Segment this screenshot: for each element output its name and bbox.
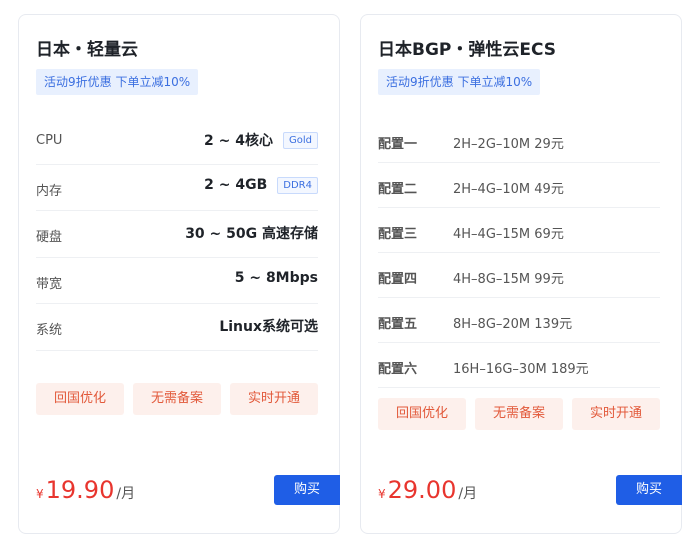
plan-title: 日本・轻量云: [36, 40, 138, 60]
spec-row-cpu: CPU 2 ~ 4核心 Gold: [36, 118, 318, 165]
spec-value: 5 ~ 8Mbps: [234, 269, 318, 286]
config-label: 配置三: [378, 227, 418, 242]
feature-badge: 实时开通: [572, 398, 660, 430]
spec-row-disk: 硬盘 30 ~ 50G 高速存储: [36, 211, 318, 258]
plan-title: 日本BGP・弹性云ECS: [378, 40, 557, 60]
spec-row-memory: 内存 2 ~ 4GB DDR4: [36, 165, 318, 211]
price-currency: ¥: [36, 487, 44, 501]
buy-button[interactable]: 购买: [616, 475, 682, 505]
feature-badge: 回国优化: [378, 398, 466, 430]
plan-card-japan-lightweight: 日本・轻量云 活动9折优惠 下单立减10% CPU 2 ~ 4核心 Gold 内…: [18, 14, 340, 534]
spec-label: CPU: [36, 133, 63, 148]
spec-list: CPU 2 ~ 4核心 Gold 内存 2 ~ 4GB DDR4 硬盘 30 ~…: [36, 118, 318, 351]
feature-badge: 回国优化: [36, 383, 124, 415]
buy-button[interactable]: 购买: [274, 475, 340, 505]
price-unit: /月: [116, 486, 136, 502]
price-unit: /月: [458, 486, 478, 502]
feature-badge: 无需备案: [133, 383, 221, 415]
spec-value: Linux系统可选: [219, 319, 318, 335]
feature-badge: 无需备案: [475, 398, 563, 430]
config-label: 配置四: [378, 272, 418, 287]
config-row: 配置六 16H–16G–30M 189元: [378, 343, 660, 388]
spec-tag: Gold: [283, 131, 318, 149]
price-currency: ¥: [378, 487, 386, 501]
promo-badge: 活动9折优惠 下单立减10%: [36, 69, 199, 95]
spec-row-bandwidth: 带宽 5 ~ 8Mbps: [36, 258, 318, 304]
config-row: 配置四 4H–8G–15M 99元: [378, 253, 660, 298]
spec-label: 内存: [36, 183, 63, 199]
config-row: 配置一 2H–2G–10M 29元: [378, 118, 660, 163]
price: ¥ 29.00 /月: [378, 476, 477, 504]
config-row: 配置二 2H–4G–10M 49元: [378, 163, 660, 208]
config-value: 4H–4G–15M 69元: [453, 227, 564, 242]
config-list: 配置一 2H–2G–10M 29元 配置二 2H–4G–10M 49元 配置三 …: [378, 118, 660, 388]
spec-tag: DDR4: [277, 176, 318, 194]
feature-badge: 实时开通: [230, 383, 318, 415]
spec-value: 2 ~ 4GB: [204, 177, 268, 193]
price-amount: 29.00: [387, 476, 457, 504]
config-row: 配置三 4H–4G–15M 69元: [378, 208, 660, 253]
config-label: 配置二: [378, 182, 418, 197]
config-value: 2H–4G–10M 49元: [453, 182, 564, 197]
price: ¥ 19.90 /月: [36, 476, 135, 504]
config-label: 配置一: [378, 137, 418, 152]
config-value: 2H–2G–10M 29元: [453, 137, 564, 152]
feature-badges: 回国优化 无需备案 实时开通: [378, 398, 660, 430]
config-label: 配置五: [378, 317, 418, 332]
config-value: 4H–8G–15M 99元: [453, 272, 564, 287]
spec-value: 2 ~ 4核心: [204, 133, 273, 149]
config-value: 8H–8G–20M 139元: [453, 317, 573, 332]
price-amount: 19.90: [45, 476, 115, 504]
config-label: 配置六: [378, 362, 418, 377]
spec-label: 带宽: [36, 276, 63, 292]
config-value: 16H–16G–30M 189元: [453, 362, 589, 377]
spec-row-os: 系统 Linux系统可选: [36, 304, 318, 351]
spec-label: 系统: [36, 323, 63, 338]
plan-card-japan-bgp-ecs: 日本BGP・弹性云ECS 活动9折优惠 下单立减10% 配置一 2H–2G–10…: [360, 14, 682, 534]
spec-label: 硬盘: [36, 230, 63, 245]
config-row: 配置五 8H–8G–20M 139元: [378, 298, 660, 343]
promo-badge: 活动9折优惠 下单立减10%: [378, 69, 541, 95]
feature-badges: 回国优化 无需备案 实时开通: [36, 383, 318, 415]
spec-value: 30 ~ 50G 高速存储: [185, 226, 318, 242]
